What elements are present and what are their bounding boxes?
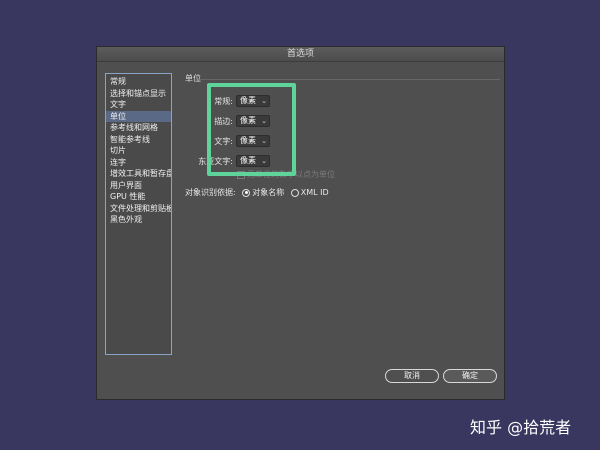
dialog-title: 首选项 <box>97 47 504 62</box>
radio-object-name[interactable] <box>242 188 251 197</box>
sidebar-item-slices[interactable]: 切片 <box>106 145 171 157</box>
sidebar-item-selection-anchor[interactable]: 选择和锚点显示 <box>106 88 171 100</box>
sidebar-item-hyphenation[interactable]: 连字 <box>106 157 171 169</box>
sidebar-item-gpu-performance[interactable]: GPU 性能 <box>106 191 171 203</box>
preferences-sidebar: 常规 选择和锚点显示 文字 单位 参考线和网格 智能参考线 切片 连字 增效工具… <box>105 73 172 355</box>
option-object-name[interactable]: 对象名称 <box>252 188 284 197</box>
radio-xml-id[interactable] <box>290 188 299 197</box>
watermark: 知乎 @拾荒者 <box>470 418 572 437</box>
sidebar-item-black-appearance[interactable]: 黑色外观 <box>106 214 171 226</box>
section-divider <box>200 79 500 80</box>
identify-label: 对象识别依据: <box>185 188 236 197</box>
sidebar-item-units[interactable]: 单位 <box>106 110 171 122</box>
sidebar-item-guides-grid[interactable]: 参考线和网格 <box>106 122 171 134</box>
preferences-dialog: 首选项 常规 选择和锚点显示 文字 单位 参考线和网格 智能参考线 切片 连字 … <box>96 46 505 400</box>
option-xml-id[interactable]: XML ID <box>301 188 329 197</box>
sidebar-item-type[interactable]: 文字 <box>106 99 171 111</box>
units-section-title: 单位 <box>185 74 201 83</box>
ok-button[interactable]: 确定 <box>443 369 497 383</box>
sidebar-item-file-clipboard[interactable]: 文件处理和剪贴板 <box>106 203 171 215</box>
sidebar-item-smart-guides[interactable]: 智能参考线 <box>106 134 171 146</box>
highlight-box <box>207 83 296 176</box>
object-identification: 对象识别依据: 对象名称 XML ID <box>185 187 329 198</box>
cancel-button[interactable]: 取消 <box>385 369 439 383</box>
sidebar-item-user-interface[interactable]: 用户界面 <box>106 180 171 192</box>
sidebar-item-general[interactable]: 常规 <box>106 76 171 88</box>
sidebar-item-plugins-scratch[interactable]: 增效工具和暂存盘 <box>106 168 171 180</box>
